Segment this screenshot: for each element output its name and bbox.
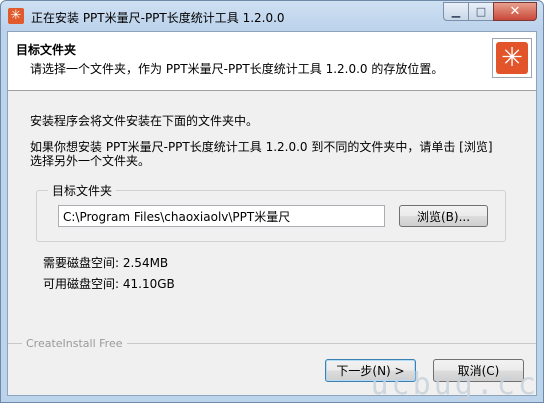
site-watermark: ucbug.cc <box>370 367 539 402</box>
asterisk-logo-icon: ✳ <box>496 42 528 74</box>
dialog-client-area: 目标文件夹 请选择一个文件夹，作为 PPT米量尺-PPT长度统计工具 1.2.0… <box>7 31 537 396</box>
browse-button[interactable]: 浏览(B)... <box>399 205 488 227</box>
installer-window: ✳ 正在安装 PPT米量尺-PPT长度统计工具 1.2.0.0 ▁ □ ✕ 目标… <box>0 0 544 403</box>
required-space-text: 需要磁盘空间: 2.54MB <box>43 256 169 270</box>
intro-text: 安装程序会将文件安装在下面的文件夹中。 <box>30 114 259 128</box>
window-title: 正在安装 PPT米量尺-PPT长度统计工具 1.2.0.0 <box>31 11 285 25</box>
page-subtitle: 请选择一个文件夹，作为 PPT米量尺-PPT长度统计工具 1.2.0.0 的存放… <box>30 62 444 76</box>
destination-path-input[interactable] <box>58 205 385 227</box>
page-title: 目标文件夹 <box>16 43 77 57</box>
minimize-icon: ▁ <box>451 5 461 18</box>
close-icon: ✕ <box>509 4 521 19</box>
destination-group-label: 目标文件夹 <box>48 182 117 199</box>
window-controls: ▁ □ ✕ <box>443 2 537 22</box>
close-button[interactable]: ✕ <box>493 2 537 21</box>
available-space-text: 可用磁盘空间: 41.10GB <box>43 277 175 291</box>
page-header: 目标文件夹 请选择一个文件夹，作为 PPT米量尺-PPT长度统计工具 1.2.0… <box>8 32 536 91</box>
maximize-button[interactable]: □ <box>468 2 494 21</box>
app-icon: ✳ <box>8 8 24 24</box>
minimize-button[interactable]: ▁ <box>443 2 469 21</box>
title-bar[interactable]: ✳ 正在安装 PPT米量尺-PPT长度统计工具 1.2.0.0 ▁ □ ✕ <box>1 1 543 31</box>
app-logo: ✳ <box>492 38 532 78</box>
maximize-icon: □ <box>475 5 487 18</box>
instruction-text-2: 选择另外一个文件夹。 <box>30 154 151 168</box>
installer-branding: CreateInstall Free <box>22 337 127 350</box>
